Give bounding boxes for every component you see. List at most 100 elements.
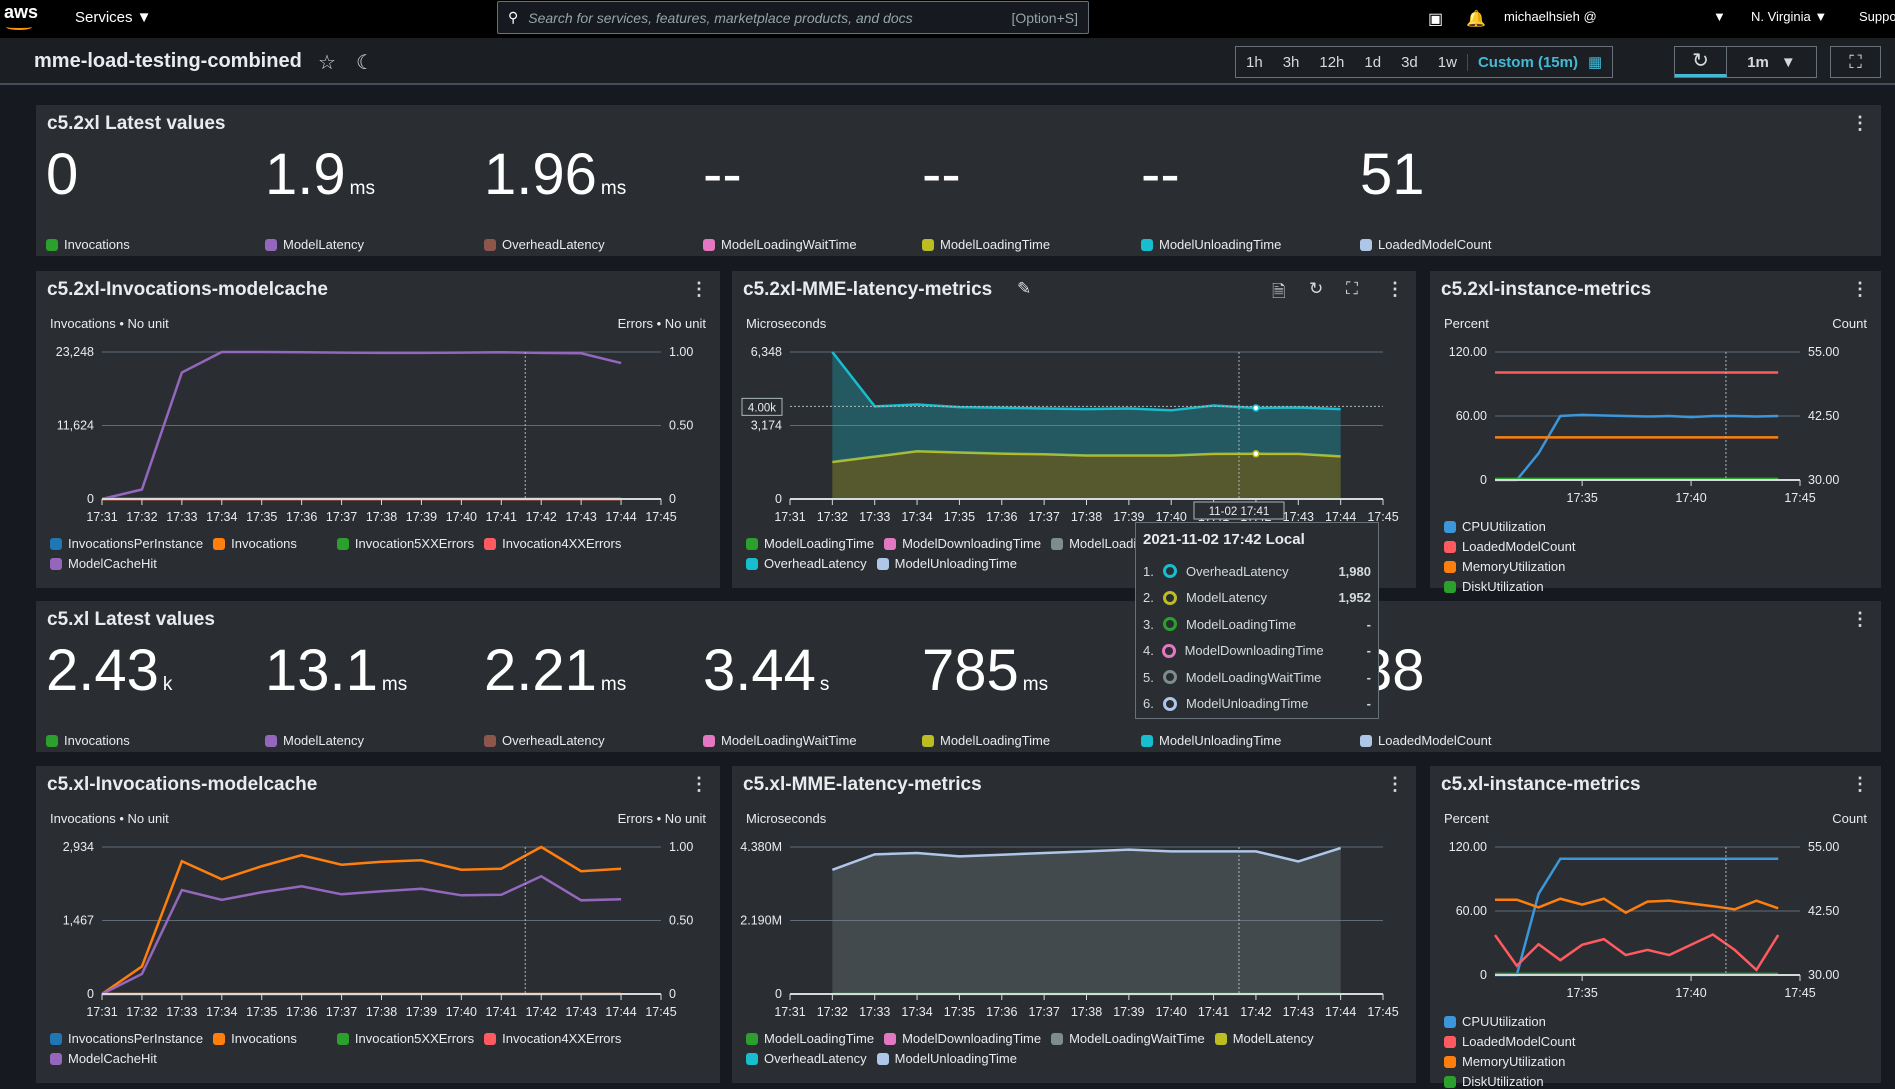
- calendar-icon[interactable]: ▦: [1588, 53, 1612, 71]
- time-range-12h[interactable]: 12h: [1309, 54, 1354, 71]
- metric-legend[interactable]: ModelLatency: [265, 733, 364, 748]
- tooltip-index: 3.: [1143, 617, 1163, 632]
- legend-swatch: [50, 1053, 62, 1065]
- legend-label: Invocation5XXErrors: [355, 536, 474, 551]
- legend-item[interactable]: InvocationsPerInstance: [50, 536, 203, 551]
- chart-legend: CPUUtilization LoadedModelCount MemoryUtil…: [1444, 519, 1867, 594]
- legend-swatch: [1444, 1056, 1456, 1068]
- widget-menu-icon[interactable]: ⋮: [1851, 113, 1869, 134]
- legend-label: ModelUnloadingTime: [895, 556, 1017, 571]
- legend-item[interactable]: Invocation4XXErrors: [484, 536, 621, 551]
- metric-legend[interactable]: ModelLoadingTime: [922, 237, 1050, 252]
- legend-item[interactable]: DiskUtilization: [1444, 579, 1844, 594]
- notifications-bell-icon[interactable]: 🔔: [1466, 9, 1486, 29]
- time-range-3d[interactable]: 3d: [1391, 54, 1428, 71]
- legend-label: Invocations: [231, 1031, 297, 1046]
- time-range-custom[interactable]: Custom (15m): [1467, 54, 1588, 71]
- legend-item[interactable]: ModelCacheHit: [50, 556, 157, 571]
- fullscreen-icon[interactable]: ⛶: [1830, 46, 1881, 78]
- services-menu[interactable]: Services ▼: [75, 9, 152, 26]
- aws-logo[interactable]: aws: [4, 2, 38, 23]
- legend-item[interactable]: ModelLatency: [1215, 1031, 1314, 1046]
- legend-item[interactable]: ModelLoadingWaitTime: [1051, 1031, 1205, 1046]
- user-menu[interactable]: michaelhsieh @: [1504, 9, 1597, 24]
- metric-number: --: [922, 145, 1132, 219]
- legend-item[interactable]: InvocationsPerInstance: [50, 1031, 203, 1046]
- metric-legend[interactable]: LoadedModelCount: [1360, 733, 1491, 748]
- time-range-3h[interactable]: 3h: [1273, 54, 1310, 71]
- y-tick-label: 0: [775, 492, 782, 506]
- legend-item[interactable]: ModelUnloadingTime: [877, 556, 1017, 571]
- legend-label: Invocation4XXErrors: [502, 1031, 621, 1046]
- x-tick-label: 17:43: [566, 510, 597, 524]
- metric-legend[interactable]: ModelUnloadingTime: [1141, 237, 1281, 252]
- metric-value-ModelUnloadingTime: --ModelUnloadingTime: [1141, 145, 1351, 219]
- legend-item[interactable]: MemoryUtilization: [1444, 1054, 1844, 1069]
- metric-value-Invocations: 0Invocations: [46, 145, 256, 219]
- legend-swatch: [703, 239, 715, 251]
- metric-legend[interactable]: OverheadLatency: [484, 237, 605, 252]
- metric-legend[interactable]: ModelLoadingTime: [922, 733, 1050, 748]
- legend-item[interactable]: LoadedModelCount: [1444, 539, 1614, 554]
- metric-number-value: 13.1: [265, 638, 378, 703]
- user-menu-chevron-icon[interactable]: ▼: [1713, 9, 1726, 24]
- legend-item[interactable]: LoadedModelCount: [1444, 1034, 1614, 1049]
- legend-item[interactable]: MemoryUtilization: [1444, 559, 1844, 574]
- legend-item[interactable]: ModelUnloadingTime: [877, 1051, 1017, 1066]
- tooltip-row: 5.ModelLoadingWaitTime-: [1143, 664, 1371, 691]
- x-tick-label: 17:34: [901, 1005, 932, 1019]
- legend-item[interactable]: OverheadLatency: [746, 556, 867, 571]
- legend-item[interactable]: CPUUtilization: [1444, 1014, 1684, 1029]
- tooltip-row: 3.ModelLoadingTime-: [1143, 611, 1371, 638]
- legend-item[interactable]: Invocation5XXErrors: [337, 536, 474, 551]
- cloudshell-icon[interactable]: ▣: [1428, 9, 1443, 29]
- x-tick-label: 17:45: [1784, 986, 1815, 1000]
- legend-item[interactable]: CPUUtilization: [1444, 519, 1684, 534]
- metric-legend[interactable]: Invocations: [46, 237, 130, 252]
- time-range-1w[interactable]: 1w: [1428, 54, 1467, 71]
- metric-value-ModelLoadingTime: 785msModelLoadingTime: [922, 641, 1132, 715]
- metric-legend[interactable]: ModelUnloadingTime: [1141, 733, 1281, 748]
- metric-legend[interactable]: LoadedModelCount: [1360, 237, 1491, 252]
- x-tick-label: 17:35: [1567, 491, 1598, 505]
- legend-item[interactable]: ModelDownloadingTime: [884, 536, 1041, 551]
- legend-swatch: [746, 1053, 758, 1065]
- metric-legend[interactable]: ModelLatency: [265, 237, 364, 252]
- metric-legend[interactable]: ModelLoadingWaitTime: [703, 237, 857, 252]
- legend-item[interactable]: Invocations: [213, 536, 297, 551]
- legend-item[interactable]: ModelLoadingTime: [746, 1031, 874, 1046]
- legend-item[interactable]: ModelCacheHit: [50, 1051, 157, 1066]
- legend-item[interactable]: ModelDownloadingTime: [884, 1031, 1041, 1046]
- legend-item[interactable]: OverheadLatency: [746, 1051, 867, 1066]
- legend-item[interactable]: Invocations: [213, 1031, 297, 1046]
- dark-mode-moon-icon[interactable]: ☾: [356, 50, 374, 75]
- legend-item[interactable]: Invocation4XXErrors: [484, 1031, 621, 1046]
- widget-menu-icon[interactable]: ⋮: [1851, 609, 1869, 630]
- refresh-interval-dropdown[interactable]: 1m▼: [1727, 47, 1816, 77]
- legend-item[interactable]: ModelLoadingTime: [746, 536, 874, 551]
- x-tick-label: 17:38: [366, 1005, 397, 1019]
- y-tick-label: 0: [775, 987, 782, 1001]
- refresh-icon[interactable]: ↻: [1675, 47, 1727, 77]
- support-menu[interactable]: Suppo: [1859, 9, 1895, 24]
- series-ring-icon: [1162, 644, 1176, 658]
- legend-item[interactable]: Invocation5XXErrors: [337, 1031, 474, 1046]
- line-chart-widget: c5.xl-instance-metrics⋮PercentCount060.0…: [1430, 766, 1881, 1083]
- legend-swatch: [1444, 1076, 1456, 1088]
- legend-label: ModelDownloadingTime: [902, 1031, 1041, 1046]
- tooltip-series-name: ModelDownloadingTime: [1185, 643, 1324, 658]
- time-range-1h[interactable]: 1h: [1236, 54, 1273, 71]
- time-range-1d[interactable]: 1d: [1354, 54, 1391, 71]
- metric-legend[interactable]: Invocations: [46, 733, 130, 748]
- legend-swatch: [884, 538, 896, 550]
- x-tick-label: 17:31: [774, 1005, 805, 1019]
- region-selector[interactable]: N. Virginia ▼: [1751, 9, 1827, 24]
- search-input[interactable]: ⚲ Search for services, features, marketp…: [497, 1, 1089, 34]
- favorite-star-icon[interactable]: ☆: [318, 50, 336, 75]
- legend-swatch: [1141, 239, 1153, 251]
- metric-legend[interactable]: ModelLoadingWaitTime: [703, 733, 857, 748]
- x-tick-label: 17:41: [486, 1005, 517, 1019]
- metric-legend[interactable]: OverheadLatency: [484, 733, 605, 748]
- legend-item[interactable]: DiskUtilization: [1444, 1074, 1844, 1089]
- tooltip-row: 6.ModelUnloadingTime-: [1143, 691, 1371, 718]
